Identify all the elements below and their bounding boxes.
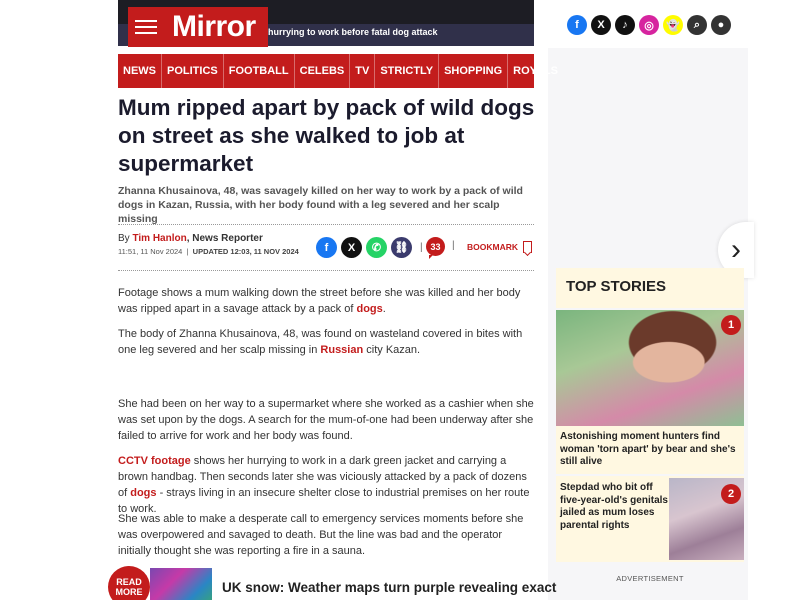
separator: | [420, 242, 423, 253]
rank-badge: 1 [721, 315, 741, 335]
facebook-share-icon[interactable]: f [316, 237, 337, 258]
facebook-icon[interactable]: f [567, 15, 587, 35]
divider [118, 224, 534, 225]
author-role: , News Reporter [186, 233, 263, 244]
paragraph-text: city Kazan. [363, 344, 421, 356]
top-story-item[interactable]: 1 Astonishing moment hunters find woman … [556, 310, 744, 474]
nav-item-royals[interactable]: ROYALS [508, 54, 563, 88]
article-paragraph: She had been on her way to a supermarket… [118, 398, 534, 442]
divider [118, 270, 534, 271]
byline: By Tim Hanlon, News Reporter [118, 233, 263, 244]
article-headline: Mum ripped apart by pack of wild dogs on… [118, 95, 535, 176]
story-image[interactable] [556, 310, 744, 426]
nav-item-celebs[interactable]: CELEBS [295, 54, 351, 88]
dogs-link[interactable]: dogs [356, 303, 382, 315]
story-title[interactable]: Astonishing moment hunters find woman 't… [560, 431, 740, 469]
author-link[interactable]: Tim Hanlon [132, 233, 186, 244]
copy-link-icon[interactable]: ⛓ [391, 237, 412, 258]
russian-link[interactable]: Russian [320, 344, 363, 356]
nav-item-news[interactable]: NEWS [118, 54, 162, 88]
published-time: 11:51, 11 Nov 2024 [118, 247, 183, 256]
top-stories-header: TOP STORIES [556, 268, 744, 308]
byline-prefix: By [118, 233, 130, 244]
social-links: f X ♪ ◎ 👻 ⌕ ● [567, 15, 731, 35]
nav-item-tv[interactable]: TV [350, 54, 376, 88]
rank-badge: 2 [721, 484, 741, 504]
share-bar: f X ✆ ⛓ | [316, 237, 427, 258]
read-more-line1: READ [116, 577, 142, 587]
nav-item-football[interactable]: FOOTBALL [224, 54, 295, 88]
banner-caption: hurrying to work before fatal dog attack [268, 27, 438, 37]
separator: | [452, 240, 455, 251]
nav-item-shopping[interactable]: SHOPPING [439, 54, 509, 88]
advertisement-label: ADVERTISEMENT [616, 574, 684, 583]
nav-item-strictly[interactable]: STRICTLY [375, 54, 440, 88]
read-more-badge: READ MORE [108, 566, 150, 600]
bookmark-button[interactable]: BOOKMARK [467, 241, 532, 253]
account-icon[interactable]: ● [711, 15, 731, 35]
article-paragraph: CCTV footage shows her hurrying to work … [118, 453, 536, 517]
main-nav: NEWS POLITICS FOOTBALL CELEBS TV STRICTLY SHOP… [118, 54, 558, 88]
paragraph-text: . [382, 303, 386, 315]
updated-time: UPDATED 12:03, 11 NOV 2024 [192, 247, 299, 256]
read-more-title[interactable]: UK snow: Weather maps turn purple reveal… [222, 580, 556, 595]
article-paragraph: The body of Zhanna Khusainova, 48, was f… [118, 326, 536, 358]
article-page: hurrying to work before fatal dog attack… [0, 0, 800, 600]
search-icon[interactable]: ⌕ [687, 15, 707, 35]
bookmark-label: BOOKMARK [467, 242, 518, 252]
whatsapp-share-icon[interactable]: ✆ [366, 237, 387, 258]
header-logo-block: Mirror [128, 7, 268, 47]
article-paragraph: Footage shows a mum walking down the str… [118, 285, 536, 317]
site-logo[interactable]: Mirror [164, 10, 256, 44]
comments-count-icon[interactable]: 33 [426, 237, 445, 259]
x-share-icon[interactable]: X [341, 237, 362, 258]
snapchat-icon[interactable]: 👻 [663, 15, 683, 35]
publish-times: 11:51, 11 Nov 2024 | UPDATED 12:03, 11 N… [118, 247, 299, 256]
cctv-footage-link[interactable]: CCTV footage [118, 455, 191, 467]
hamburger-menu-icon[interactable] [128, 7, 164, 47]
x-icon[interactable]: X [591, 15, 611, 35]
dogs-link[interactable]: dogs [130, 487, 156, 499]
story-title[interactable]: Stepdad who bit off five-year-old's geni… [560, 482, 668, 532]
read-more-line2: MORE [115, 587, 143, 597]
top-story-item[interactable]: Stepdad who bit off five-year-old's geni… [556, 476, 744, 562]
article-paragraph: She was able to make a desperate call to… [118, 513, 524, 557]
article-standfirst: Zhanna Khusainova, 48, was savagely kill… [118, 185, 523, 225]
top-stories-title: TOP STORIES [566, 278, 667, 295]
tiktok-icon[interactable]: ♪ [615, 15, 635, 35]
bookmark-icon [523, 241, 532, 253]
paragraph-text: Footage shows a mum walking down the str… [118, 287, 521, 315]
nav-item-politics[interactable]: POLITICS [162, 54, 224, 88]
read-more-thumbnail[interactable] [150, 568, 212, 600]
instagram-icon[interactable]: ◎ [639, 15, 659, 35]
